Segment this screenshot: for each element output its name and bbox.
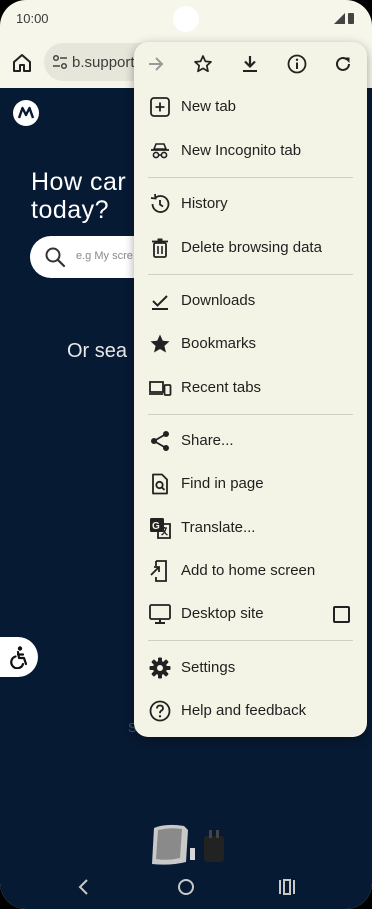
- svg-text:G: G: [152, 521, 160, 532]
- menu-item-label: Settings: [181, 659, 236, 676]
- downloads-icon: [152, 295, 168, 310]
- share-icon: [151, 431, 169, 451]
- browser-overflow-menu: New tab New Incognito tab History Delete…: [134, 42, 367, 737]
- desktop-site-checkbox[interactable]: [333, 606, 350, 623]
- system-nav-bar: [0, 866, 372, 909]
- menu-item-label: Recent tabs: [181, 379, 262, 396]
- home-nav-icon[interactable]: [178, 879, 194, 895]
- status-time: 10:00: [16, 11, 49, 26]
- download-icon[interactable]: [238, 52, 262, 76]
- site-settings-icon[interactable]: [52, 54, 68, 70]
- menu-item-label: Help and feedback: [181, 702, 307, 719]
- devices-icon: [149, 381, 172, 396]
- menu-divider: [148, 640, 353, 641]
- desktop-icon: [149, 604, 171, 624]
- menu-item-label: Translate...: [181, 519, 256, 536]
- menu-item-label: Desktop site: [181, 605, 264, 622]
- incognito-icon: [151, 143, 169, 159]
- menu-item-new-tab[interactable]: New tab: [134, 87, 367, 127]
- device-illustration: [152, 824, 224, 865]
- menu-divider: [148, 177, 353, 178]
- front-camera: [173, 6, 199, 32]
- menu-divider: [148, 414, 353, 415]
- forward-icon[interactable]: [144, 52, 168, 76]
- menu-item-share[interactable]: Share...: [134, 421, 367, 461]
- menu-item-bookmarks[interactable]: Bookmarks: [134, 324, 367, 364]
- hero-title: How car today?: [31, 168, 126, 224]
- bookmark-star-icon: [150, 334, 170, 353]
- find-in-page-icon: [152, 473, 168, 495]
- battery-icon: [348, 13, 354, 24]
- help-icon: [149, 700, 171, 722]
- star-icon[interactable]: [191, 52, 215, 76]
- menu-item-help-and-feedback[interactable]: Help and feedback: [134, 691, 367, 731]
- search-placeholder: e.g My scre: [76, 250, 133, 262]
- menu-item-label: Add to home screen: [181, 562, 316, 579]
- url-text: b.support: [72, 54, 135, 71]
- accessibility-button[interactable]: [0, 637, 38, 677]
- settings-gear-icon: [149, 657, 171, 679]
- add-to-home-icon: [150, 560, 167, 582]
- info-icon[interactable]: [285, 52, 309, 76]
- motorola-logo[interactable]: [13, 100, 39, 126]
- menu-item-recent-tabs[interactable]: Recent tabs: [134, 368, 367, 408]
- status-bar: 10:00: [0, 0, 372, 38]
- translate-icon: G: [150, 518, 171, 539]
- menu-item-translate[interactable]: G Translate...: [134, 508, 367, 548]
- menu-divider: [148, 274, 353, 275]
- menu-item-label: Find in page: [181, 475, 264, 492]
- menu-item-label: Delete browsing data: [181, 239, 322, 256]
- menu-item-label: New Incognito tab: [181, 142, 302, 159]
- menu-item-label: Downloads: [181, 292, 256, 309]
- hero-title-line1: How car: [31, 168, 127, 196]
- menu-item-label: History: [181, 195, 228, 212]
- history-icon: [150, 193, 170, 213]
- search-icon: [45, 247, 66, 268]
- home-icon[interactable]: [10, 51, 34, 75]
- or-search-text: Or sea: [67, 340, 128, 362]
- refresh-icon[interactable]: [331, 52, 355, 76]
- phone-screen: 10:00 b.support How car today? e.g My sc…: [0, 0, 372, 909]
- menu-item-label: Bookmarks: [181, 335, 257, 352]
- new-tab-icon: [150, 97, 170, 117]
- hero-title-line2: today?: [31, 196, 110, 224]
- back-nav-icon[interactable]: [75, 876, 93, 898]
- signal-icon: [334, 13, 345, 24]
- recents-nav-icon[interactable]: [278, 878, 296, 896]
- menu-item-desktop-site[interactable]: Desktop site: [134, 594, 367, 634]
- trash-icon: [152, 238, 168, 258]
- status-icons: [334, 13, 354, 24]
- menu-top-actions: [134, 42, 367, 86]
- motorola-m-icon: [17, 106, 35, 119]
- menu-item-settings[interactable]: Settings: [134, 648, 367, 688]
- menu-item-delete-browsing-data[interactable]: Delete browsing data: [134, 228, 367, 268]
- menu-item-find-in-page[interactable]: Find in page: [134, 464, 367, 504]
- accessibility-icon: [10, 646, 28, 669]
- menu-item-add-to-home-screen[interactable]: Add to home screen: [134, 551, 367, 591]
- menu-item-downloads[interactable]: Downloads: [134, 281, 367, 321]
- menu-item-label: New tab: [181, 98, 237, 115]
- menu-item-label: Share...: [181, 432, 234, 449]
- menu-item-history[interactable]: History: [134, 184, 367, 224]
- menu-item-new-incognito-tab[interactable]: New Incognito tab: [134, 131, 367, 171]
